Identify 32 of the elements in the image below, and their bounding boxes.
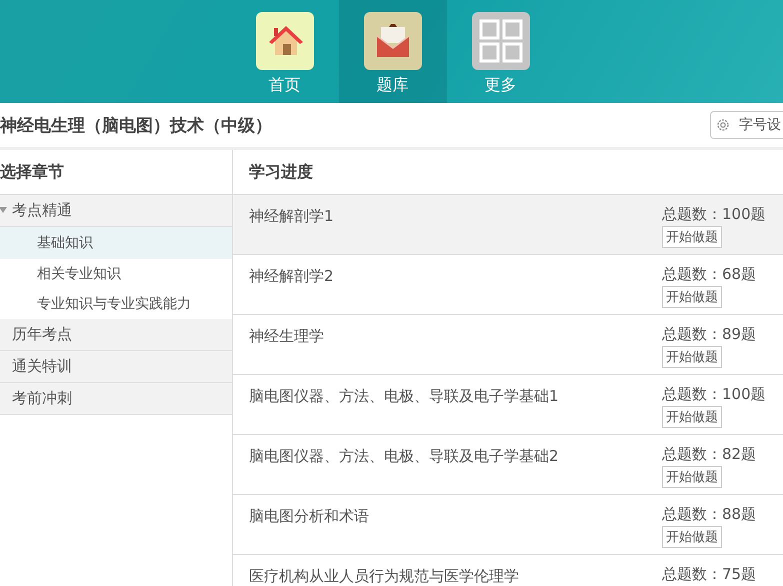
nav-tab[interactable]: 题库 [338, 0, 446, 103]
chapter-row[interactable]: 神经解剖学1 总题数：100题 开始做题 [233, 195, 783, 255]
chapter-item[interactable]: 考前冲刺 [0, 383, 232, 415]
chapter-name: 神经解剖学2 [249, 266, 334, 287]
question-count: 总题数：89题 [662, 325, 756, 343]
question-count: 总题数：68题 [662, 265, 756, 283]
start-button[interactable]: 开始做题 [662, 526, 722, 548]
start-button[interactable]: 开始做题 [662, 346, 722, 368]
settings-icon [715, 117, 731, 133]
chapter-name: 脑电图分析和术语 [249, 506, 369, 527]
font-size-button[interactable]: 字号设 [710, 111, 783, 139]
start-button[interactable]: 开始做题 [662, 406, 722, 428]
chapter-item[interactable]: 考点精通 [0, 195, 232, 227]
chapter-name: 脑电图仪器、方法、电极、导联及电子学基础2 [249, 446, 559, 467]
chapter-name: 神经生理学 [249, 326, 324, 347]
question-count: 总题数：100题 [662, 205, 766, 223]
chapter-item[interactable]: 通关特训 [0, 351, 232, 383]
question-count: 总题数：88题 [662, 505, 756, 523]
section-item[interactable]: 基础知识 [0, 227, 232, 259]
chapter-name: 医疗机构从业人员行为规范与医学伦理学 [249, 566, 519, 586]
chapter-name: 神经解剖学1 [249, 206, 334, 227]
question-count: 总题数：82题 [662, 445, 756, 463]
chapter-name: 脑电图仪器、方法、电极、导联及电子学基础1 [249, 386, 559, 407]
start-button[interactable]: 开始做题 [662, 466, 722, 488]
question-count: 总题数：75题 [662, 565, 756, 583]
question-count: 总题数：100题 [662, 385, 766, 403]
grid-icon [472, 12, 530, 70]
start-button[interactable]: 开始做题 [662, 226, 722, 248]
envelope-icon [364, 12, 422, 70]
house-icon [256, 12, 314, 70]
start-button[interactable]: 开始做题 [662, 286, 722, 308]
chapter-item[interactable]: 历年考点 [0, 319, 232, 351]
